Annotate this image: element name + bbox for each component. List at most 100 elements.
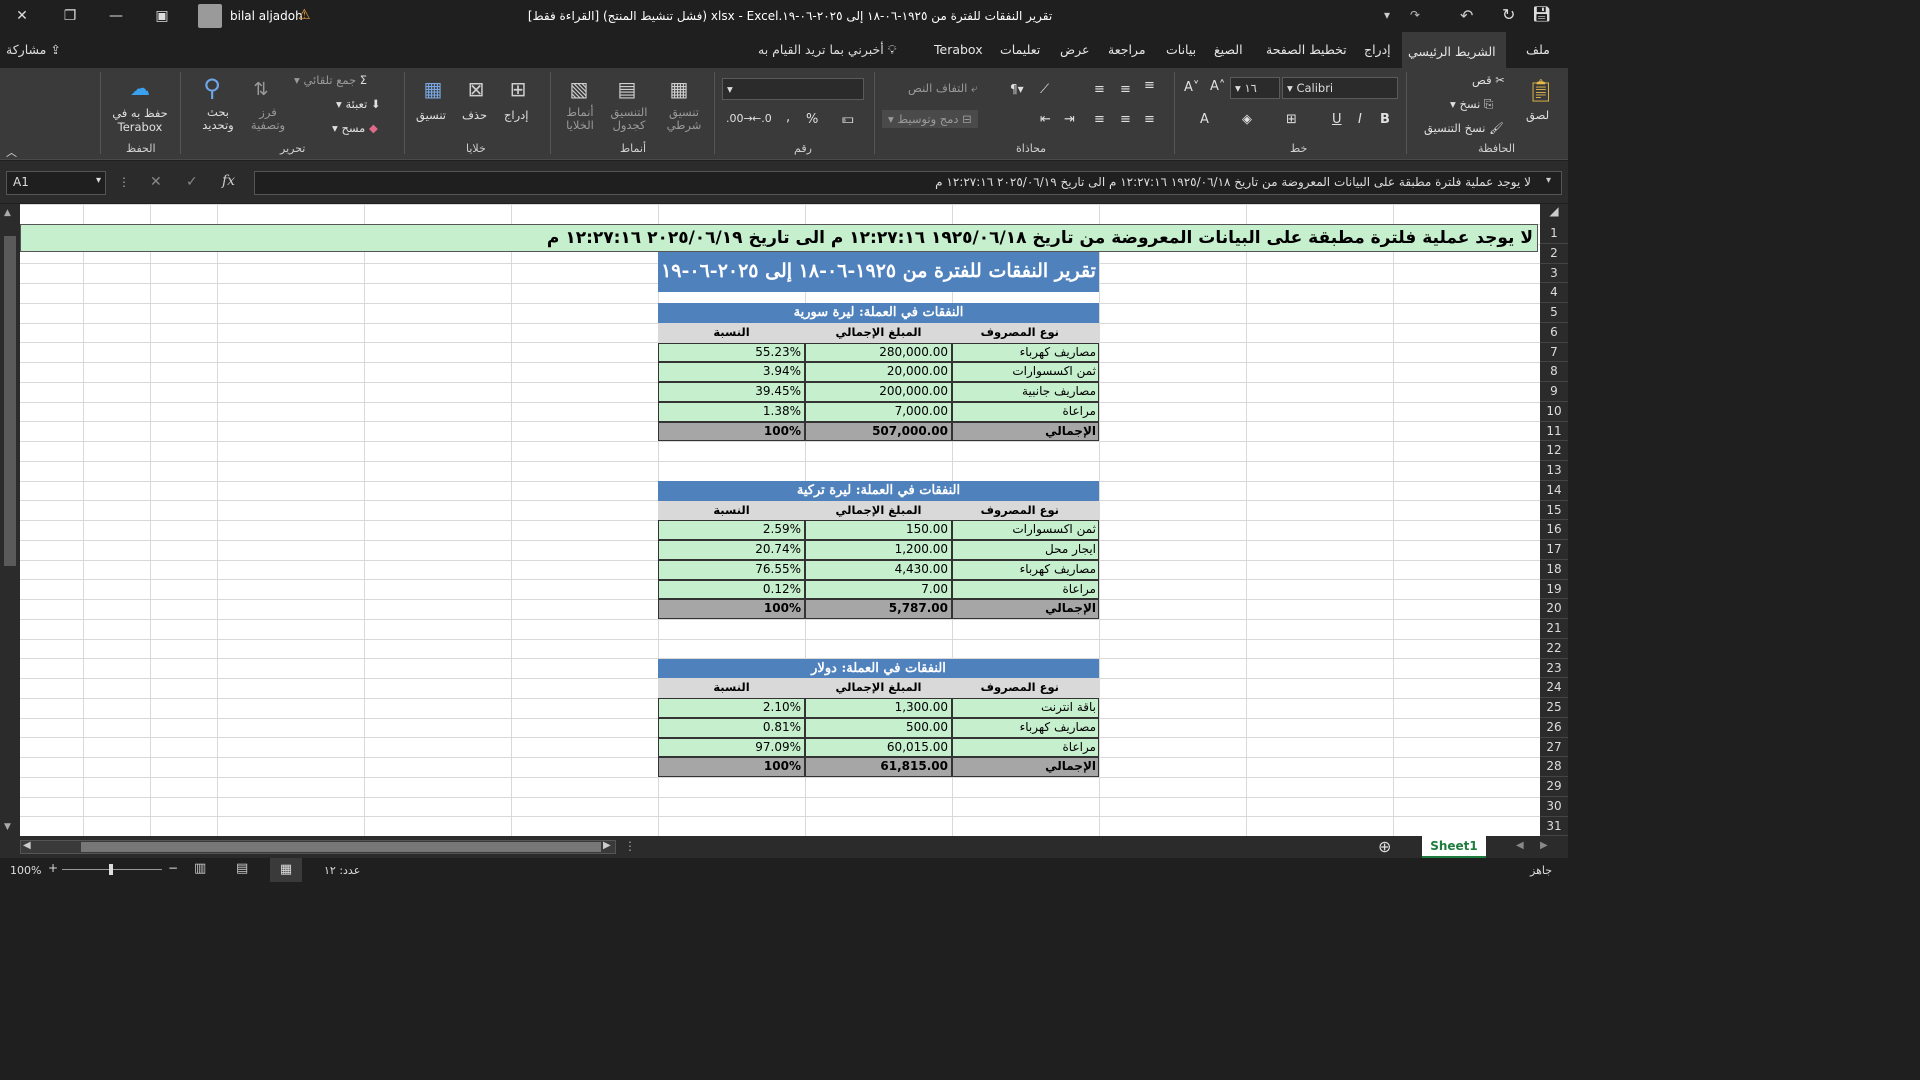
row-header[interactable]: 3 (1540, 264, 1568, 284)
tab-view[interactable]: عرض (1054, 32, 1095, 68)
cancel-entry-icon[interactable]: ✕ (150, 174, 162, 190)
amount-cell[interactable]: 20,000.00 (805, 362, 952, 382)
expense-type-cell[interactable]: مراعاة (952, 737, 1099, 758)
decrease-font-icon[interactable]: A˅ (1184, 80, 1199, 95)
align-center-icon[interactable]: ≡ (1120, 112, 1131, 127)
page-break-view-icon[interactable]: ▥ (194, 861, 206, 876)
font-color-icon[interactable]: A (1200, 112, 1209, 127)
ratio-cell[interactable]: 2.10% (658, 698, 805, 718)
row-header[interactable]: 7 (1540, 343, 1568, 363)
delete-cells-icon[interactable]: ⊠ (462, 74, 490, 104)
tab-file[interactable]: ملف (1520, 32, 1556, 68)
format-painter-button[interactable]: نسخ التنسيق 🖌︎ (1424, 121, 1504, 135)
redo-icon[interactable]: ↷ (1410, 8, 1420, 22)
format-as-table-icon[interactable]: ▤ (612, 74, 642, 104)
row-header[interactable]: 27 (1540, 738, 1568, 758)
row-header[interactable]: 9 (1540, 382, 1568, 402)
avatar[interactable] (198, 4, 222, 28)
total-ratio-cell[interactable]: 100% (658, 757, 805, 777)
tab-help[interactable]: تعليمات (994, 32, 1046, 68)
column-header-amount[interactable]: المبلغ الإجمالي (805, 500, 952, 521)
formula-input[interactable]: لا يوجد عملية فلترة مطبقة على البيانات ا… (254, 171, 1562, 195)
search-icon[interactable]: ⚲ (196, 72, 228, 104)
percent-icon[interactable]: % (806, 112, 818, 127)
row-header[interactable]: 11 (1540, 422, 1568, 442)
increase-indent-icon[interactable]: ⇥ (1064, 112, 1075, 127)
row-header[interactable]: 5 (1540, 303, 1568, 323)
paste-button[interactable]: لصق (1526, 108, 1549, 122)
tab-data[interactable]: بيانات (1160, 32, 1202, 68)
fill-color-icon[interactable]: ◈ (1242, 112, 1252, 127)
tab-page-layout[interactable]: تخطيط الصفحة (1260, 32, 1353, 68)
section-title[interactable]: النفقات في العملة: دولار (658, 658, 1099, 679)
expense-type-cell[interactable]: مصاريف جانبية (952, 382, 1099, 402)
row-header[interactable]: 26 (1540, 718, 1568, 738)
autosum-button[interactable]: ▾ جمع تلقائي Σ (294, 73, 367, 87)
align-bottom-icon[interactable]: ≡ (1144, 78, 1155, 93)
amount-cell[interactable]: 4,430.00 (805, 559, 952, 580)
row-header[interactable]: 10 (1540, 402, 1568, 422)
filter-info-cell[interactable]: لا يوجد عملية فلترة مطبقة على البيانات ا… (20, 224, 1538, 252)
format-cells-button[interactable]: تنسيق (416, 108, 446, 122)
section-title[interactable]: النفقات في العملة: ليرة تركية (658, 480, 1099, 501)
align-left-icon[interactable]: ≡ (1094, 112, 1105, 127)
confirm-entry-icon[interactable]: ✓ (186, 174, 198, 190)
align-middle-icon[interactable]: ≡ (1120, 82, 1131, 97)
paste-icon[interactable]: 📋︎ (1524, 74, 1558, 108)
ribbon-display-options-icon[interactable]: ▣ (146, 0, 178, 32)
font-name-select[interactable]: ▾ Calibri (1282, 77, 1398, 99)
sheet-tab-sheet1[interactable]: Sheet1 (1422, 836, 1486, 858)
borders-icon[interactable]: ⊞ (1286, 112, 1297, 127)
align-top-icon[interactable]: ≡ (1094, 82, 1105, 97)
zoom-slider-thumb[interactable] (109, 864, 113, 875)
row-header[interactable]: 2 (1540, 244, 1568, 264)
orientation-icon[interactable]: ⟋ (1040, 82, 1049, 97)
horizontal-scrollbar[interactable]: ◀ ▶ (20, 840, 616, 854)
row-header[interactable]: 20 (1540, 599, 1568, 619)
more-icon[interactable]: ⋮ (624, 839, 636, 853)
expense-type-cell[interactable]: ايجار محل (952, 540, 1099, 560)
row-header[interactable]: 30 (1540, 797, 1568, 817)
more-icon[interactable]: ⋮ (118, 175, 130, 189)
total-label-cell[interactable]: الإجمالي (952, 599, 1099, 619)
format-as-table-button[interactable]: التنسيق كجدول (606, 106, 652, 132)
add-sheet-icon[interactable]: ⊕ (1378, 837, 1391, 856)
wrap-text-button[interactable]: التفاف النص ⤶ (908, 81, 977, 96)
row-header[interactable]: 22 (1540, 639, 1568, 659)
column-header-amount[interactable]: المبلغ الإجمالي (805, 678, 952, 698)
italic-icon[interactable]: I (1358, 112, 1362, 127)
user-name[interactable]: bilal aljadoh (230, 9, 303, 23)
save-icon[interactable]: 💾︎ (1532, 5, 1551, 23)
ratio-cell[interactable]: 3.94% (658, 362, 805, 382)
row-header[interactable]: 25 (1540, 698, 1568, 718)
expense-type-cell[interactable]: ثمن اكسسوارات (952, 362, 1099, 382)
row-header[interactable]: 4 (1540, 283, 1568, 303)
expense-type-cell[interactable]: مصاريف كهرباء (952, 559, 1099, 580)
increase-font-icon[interactable]: A˄ (1210, 79, 1225, 94)
currency-icon[interactable]: 💵︎ (842, 112, 854, 127)
insert-cells-button[interactable]: إدراج (504, 108, 529, 122)
minimize-window-icon[interactable]: — (100, 0, 132, 32)
amount-cell[interactable]: 1,300.00 (805, 698, 952, 718)
total-amount-cell[interactable]: 61,815.00 (805, 757, 952, 777)
row-header[interactable]: 23 (1540, 659, 1568, 679)
column-header-type[interactable]: نوع المصروف (952, 322, 1099, 343)
column-header-type[interactable]: نوع المصروف (952, 500, 1099, 521)
amount-cell[interactable]: 500.00 (805, 717, 952, 738)
expense-type-cell[interactable]: مراعاة (952, 401, 1099, 422)
tell-me-box[interactable]: 💡︎ أخبرني بما تريد القيام به (758, 42, 896, 58)
comma-style-icon[interactable]: , (786, 110, 790, 125)
underline-icon[interactable]: U (1332, 112, 1342, 127)
expense-type-cell[interactable]: ثمن اكسسوارات (952, 520, 1099, 540)
tab-insert[interactable]: إدراج (1358, 32, 1397, 68)
row-header[interactable]: 29 (1540, 777, 1568, 797)
ratio-cell[interactable]: 2.59% (658, 520, 805, 540)
zoom-in-icon[interactable]: + (48, 861, 58, 875)
undo-icon[interactable]: ↶ (1460, 6, 1473, 25)
ratio-cell[interactable]: 20.74% (658, 540, 805, 560)
row-header[interactable]: 17 (1540, 540, 1568, 560)
find-select-button[interactable]: بحث وتحديد (200, 106, 236, 132)
decrease-decimal-icon[interactable]: .00→ (726, 112, 753, 125)
row-header[interactable]: 18 (1540, 560, 1568, 580)
align-right-icon[interactable]: ≡ (1144, 112, 1155, 127)
